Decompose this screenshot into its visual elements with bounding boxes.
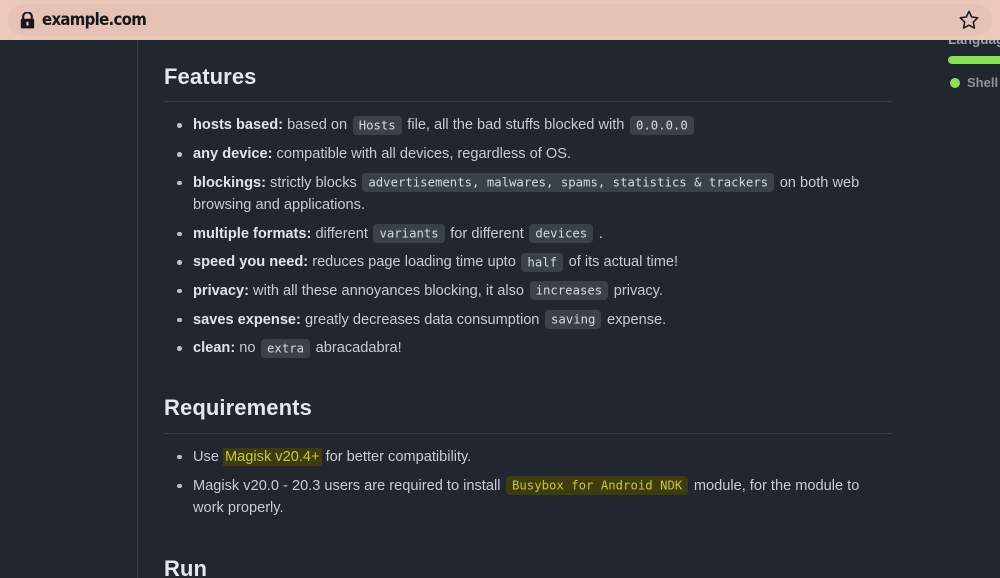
inline-code: saving (544, 310, 602, 330)
url-text: example.com (42, 10, 147, 30)
language-legend-item[interactable]: Shell 100.0% (950, 75, 1000, 90)
list-item-lead-in: privacy: (193, 282, 249, 299)
section-heading-features: Features (164, 60, 892, 103)
url-bar[interactable]: example.com (8, 4, 992, 36)
list-item-text: abracadabra! (311, 340, 402, 357)
list-item-text: Use (193, 448, 224, 465)
readme-content: Features hosts based: based on Hosts fil… (164, 40, 892, 578)
inline-code: increases (529, 281, 609, 301)
inline-code: variants (373, 224, 445, 244)
list-item: speed you need: reduces page loading tim… (164, 251, 892, 273)
lock-icon (20, 11, 35, 28)
inline-code: 0.0.0.0 (629, 115, 694, 135)
inline-code-link-highlighted[interactable]: Busybox for Android NDK (506, 476, 689, 496)
list-item-lead-in: saves expense: (193, 311, 301, 328)
list-item-text: with all these annoyances blocking, it a… (248, 282, 529, 299)
list-item-lead-in: blockings: (193, 174, 266, 191)
left-gutter (0, 40, 138, 578)
features-list: hosts based: based on Hosts file, all th… (164, 114, 892, 359)
list-item: Use Magisk v20.4+ for better compatibili… (164, 446, 892, 468)
list-item: privacy: with all these annoyances block… (164, 280, 892, 302)
list-item-lead-in: hosts based: (193, 117, 284, 134)
list-item-text: expense. (602, 311, 667, 328)
list-item: clean: no extra abracadabra! (164, 337, 892, 359)
list-item-lead-in: speed you need: (193, 254, 309, 271)
language-bar (948, 56, 1000, 64)
page-viewport: Features hosts based: based on Hosts fil… (0, 40, 1000, 578)
inline-code: Hosts (352, 115, 402, 135)
inline-code: advertisements, malwares, spams, statist… (362, 173, 775, 193)
list-item-text: file, all the bad stuffs blocked with (403, 117, 629, 134)
section-heading-run: Run (164, 552, 892, 578)
requirements-list: Use Magisk v20.4+ for better compatibili… (164, 446, 892, 519)
list-item-text: based on (283, 117, 352, 134)
list-item-text: strictly blocks (265, 174, 361, 191)
star-icon[interactable] (958, 9, 980, 31)
inline-code: half (521, 252, 564, 272)
list-item-text: compatible with all devices, regardless … (272, 146, 571, 163)
list-item: multiple formats: different variants for… (164, 223, 892, 245)
list-item-text: different (311, 225, 372, 242)
list-item: blockings: strictly blocks advertisement… (164, 172, 892, 216)
section-heading-requirements: Requirements (164, 391, 892, 434)
list-item: hosts based: based on Hosts file, all th… (164, 114, 892, 136)
inline-code: extra (261, 338, 311, 358)
link-highlighted[interactable]: Magisk v20.4+ (223, 447, 322, 466)
list-item-lead-in: any device: (193, 146, 273, 163)
list-item-lead-in: clean: (193, 340, 236, 357)
list-item-text: of its actual time! (564, 254, 679, 271)
list-item-text: greatly decreases data consumption (300, 311, 544, 328)
browser-chrome: example.com (0, 0, 1000, 40)
language-color-dot (950, 77, 960, 88)
list-item-text: Magisk v20.0 - 20.3 users are required t… (193, 477, 505, 494)
list-item-text: no (235, 340, 260, 357)
languages-title: Languages (948, 40, 1000, 47)
list-item-text: reduces page loading time upto (308, 254, 520, 271)
list-item-text: for better compatibility. (321, 448, 472, 465)
list-item: Magisk v20.0 - 20.3 users are required t… (164, 475, 892, 519)
list-item-text: for different (446, 225, 528, 242)
language-name: Shell (967, 75, 999, 90)
list-item-lead-in: multiple formats: (193, 225, 312, 242)
list-item-text: privacy. (609, 282, 663, 299)
inline-code: devices (529, 224, 594, 244)
list-item: saves expense: greatly decreases data co… (164, 309, 892, 331)
list-item-text: . (594, 225, 603, 242)
languages-sidebar: Languages Shell 100.0% (940, 40, 1000, 578)
list-item: any device: compatible with all devices,… (164, 143, 892, 165)
